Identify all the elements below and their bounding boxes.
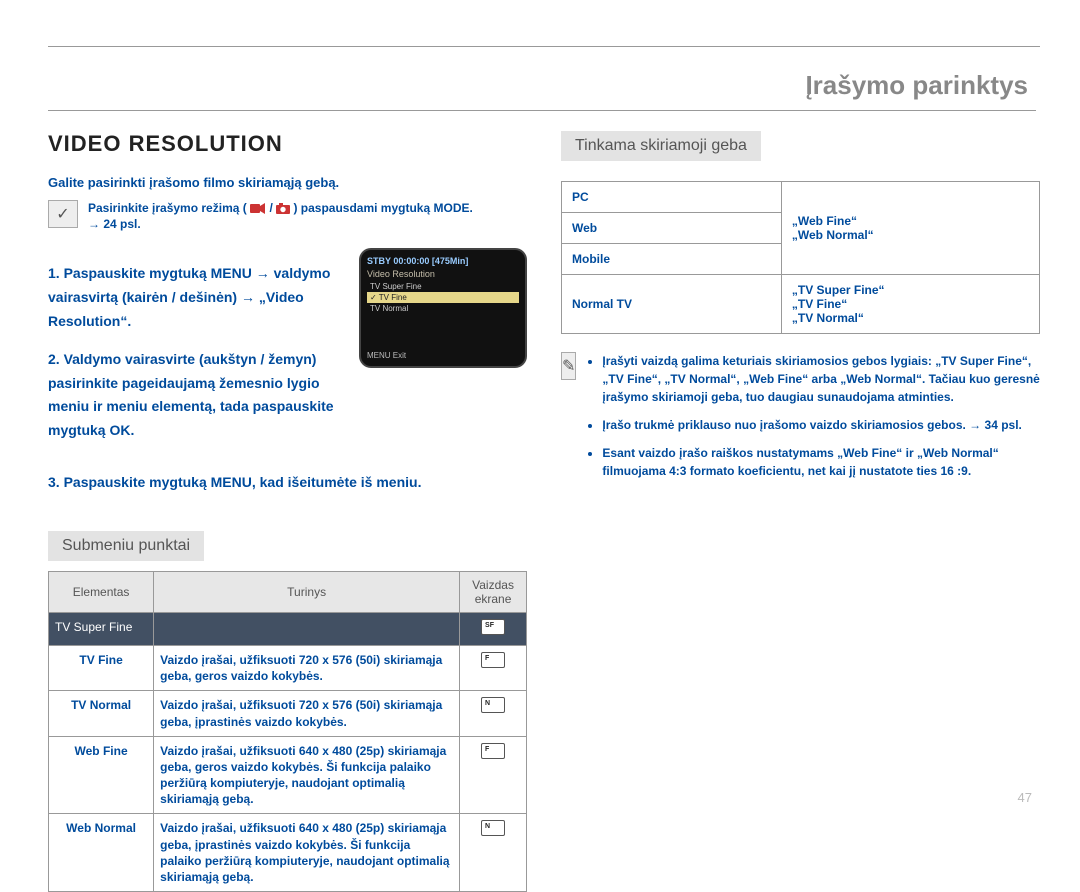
res-tv-values: „TV Super Fine“ „TV Fine“ „TV Normal“ [781, 275, 1039, 334]
note-item: Įrašo trukmė priklauso nuo įrašomo vaizd… [602, 416, 1040, 434]
right-column: Tinkama skiriamoji geba PC „Web Fine“ „W… [561, 131, 1040, 892]
page-number: 47 [1018, 790, 1032, 805]
submenu-heading: Submeniu punktai [48, 531, 204, 561]
res-val: „Web Fine“ [792, 214, 1029, 228]
lcd-stby: STBY 00:00:00 [475Min] [367, 256, 519, 266]
res-val: „TV Super Fine“ [792, 283, 1029, 297]
chapter-title: Įrašymo parinktys [805, 70, 1028, 101]
lcd-exit: MENU Exit [367, 351, 519, 360]
top-rule [48, 46, 1040, 47]
display-wf-icon [481, 743, 505, 759]
note-item: Esant vaizdo įrašo raiškos nustatymams „… [602, 444, 1040, 480]
resolution-table: PC „Web Fine“ „Web Normal“ Web Mobile No… [561, 181, 1040, 334]
th-element: Elementas [49, 571, 154, 612]
step-1: 1. Paspauskite mygtuką MENU → valdymo va… [48, 262, 345, 333]
display-sf-icon [481, 619, 505, 635]
left-column: VIDEO RESOLUTION Galite pasirinkti įrašo… [48, 131, 527, 892]
section-title: VIDEO RESOLUTION [48, 131, 527, 157]
row-name: Web Normal [49, 814, 154, 892]
table-header-row: Elementas Turinys Vaizdas ekrane [49, 571, 527, 612]
table-row: TV Fine Vaizdo įrašai, užfiksuoti 720 x … [49, 645, 527, 690]
table-row: TV Super Fine [49, 612, 527, 645]
row-disp [460, 691, 527, 736]
mode-note-page: → 24 psl. [88, 217, 141, 231]
display-n-icon [481, 697, 505, 713]
row-name: TV Super Fine [49, 612, 154, 645]
res-val: „TV Normal“ [792, 311, 1029, 325]
row-disp [460, 736, 527, 814]
notes-block: ✎ Įrašyti vaizdą galima keturiais skiria… [561, 352, 1040, 490]
row-name: Web Fine [49, 736, 154, 814]
res-mobile-label: Mobile [562, 244, 782, 275]
lcd-opt-2-label: TV Fine [379, 293, 407, 302]
second-rule [48, 110, 1036, 111]
steps-grid: 1. Paspauskite mygtuką MENU → valdymo va… [48, 248, 527, 457]
lcd-menu-title: Video Resolution [367, 269, 519, 279]
lcd-opt-3: TV Normal [367, 303, 519, 314]
notes-list: Įrašyti vaizdą galima keturiais skiriamo… [586, 352, 1040, 490]
table-row: TV Normal Vaizdo įrašai, užfiksuoti 720 … [49, 691, 527, 736]
row-desc [154, 612, 460, 645]
res-web-label: Web [562, 213, 782, 244]
row-desc: Vaizdo įrašai, užfiksuoti 640 x 480 (25p… [154, 736, 460, 814]
display-wn-icon [481, 820, 505, 836]
pencil-icon: ✎ [561, 352, 576, 380]
row-name: TV Fine [49, 645, 154, 690]
mode-note: Pasirinkite įrašymo režimą ( / ) paspaus… [88, 200, 473, 232]
row-desc: Vaizdo įrašai, užfiksuoti 640 x 480 (25p… [154, 814, 460, 892]
res-tv-label: Normal TV [562, 275, 782, 334]
check-icon: ✓ [48, 200, 78, 228]
row-desc: Vaizdo įrašai, užfiksuoti 720 x 576 (50i… [154, 691, 460, 736]
lead-text: Galite pasirinkti įrašomo filmo skiriamą… [48, 175, 527, 190]
table-row: Web Fine Vaizdo įrašai, užfiksuoti 640 x… [49, 736, 527, 814]
lcd-opt-2-selected: ✓ TV Fine [367, 292, 519, 303]
th-content: Turinys [154, 571, 460, 612]
lcd-opt-1: TV Super Fine [367, 281, 519, 292]
mode-note-part3: ) paspausdami mygtuką MODE. [293, 201, 472, 215]
th-display: Vaizdas ekrane [460, 571, 527, 612]
video-camera-icon [250, 203, 266, 214]
right-heading: Tinkama skiriamoji geba [561, 131, 761, 161]
res-pc-values: „Web Fine“ „Web Normal“ [781, 182, 1039, 275]
photo-camera-icon [276, 203, 290, 214]
note-item: Įrašyti vaizdą galima keturiais skiriamo… [602, 352, 1040, 406]
mode-note-part2: / [269, 201, 276, 215]
submenu-table: Elementas Turinys Vaizdas ekrane TV Supe… [48, 571, 527, 892]
row-disp [460, 814, 527, 892]
res-val: „TV Fine“ [792, 297, 1029, 311]
mode-note-part1: Pasirinkite įrašymo režimą ( [88, 201, 247, 215]
row-desc: Vaizdo įrašai, užfiksuoti 720 x 576 (50i… [154, 645, 460, 690]
row-disp [460, 645, 527, 690]
step-2: 2. Valdymo vairasvirte (aukštyn / žemyn)… [48, 348, 345, 443]
table-row: PC „Web Fine“ „Web Normal“ [562, 182, 1040, 213]
display-f-icon [481, 652, 505, 668]
table-row: Web Normal Vaizdo įrašai, užfiksuoti 640… [49, 814, 527, 892]
mode-note-row: ✓ Pasirinkite įrašymo režimą ( / ) paspa… [48, 200, 527, 232]
table-row: Normal TV „TV Super Fine“ „TV Fine“ „TV … [562, 275, 1040, 334]
row-name: TV Normal [49, 691, 154, 736]
row-disp [460, 612, 527, 645]
res-pc-label: PC [562, 182, 782, 213]
res-val: „Web Normal“ [792, 228, 1029, 242]
step-3: 3. Paspauskite mygtuką MENU, kad išeitum… [48, 471, 527, 495]
lcd-preview: STBY 00:00:00 [475Min] Video Resolution … [359, 248, 527, 368]
